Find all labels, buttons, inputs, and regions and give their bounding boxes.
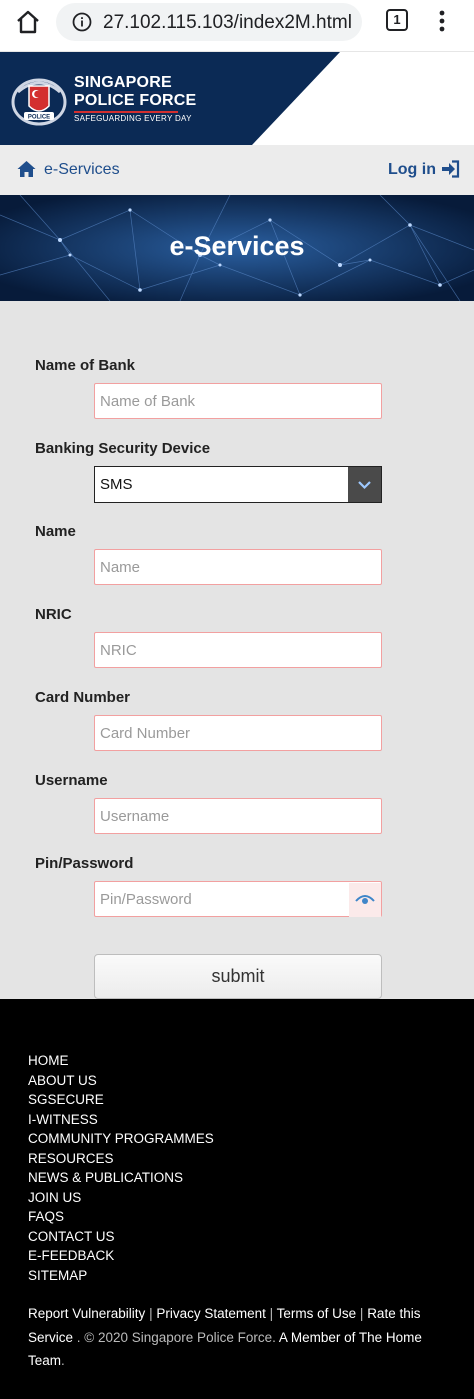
name-input[interactable]	[94, 549, 382, 585]
footer-link[interactable]: FAQS	[28, 1207, 214, 1227]
end-period: .	[61, 1353, 65, 1368]
header-banner-shape	[0, 52, 340, 145]
nav-eservices-link[interactable]: e-Services	[44, 161, 120, 179]
nric-label: NRIC	[35, 606, 72, 623]
footer-link[interactable]: COMMUNITY PROGRAMMES	[28, 1129, 214, 1149]
card-number-input[interactable]	[94, 715, 382, 751]
terms-of-use-link[interactable]: Terms of Use	[277, 1306, 357, 1321]
footer-link[interactable]: SGSECURE	[28, 1090, 214, 1110]
footer-link[interactable]: ABOUT US	[28, 1071, 214, 1091]
username-label: Username	[35, 772, 108, 789]
site-footer: HOME ABOUT US SGSECURE I-WITNESS COMMUNITY P…	[0, 999, 474, 1399]
footer-link[interactable]: I-WITNESS	[28, 1110, 214, 1130]
bank-label: Name of Bank	[35, 357, 136, 374]
footer-link[interactable]: RESOURCES	[28, 1149, 214, 1169]
org-name-line2: POLICE FORCE	[74, 92, 197, 109]
security-device-value: SMS	[100, 476, 133, 493]
footer-link[interactable]: E-FEEDBACK	[28, 1246, 214, 1266]
sign-in-icon[interactable]	[441, 160, 460, 178]
home-icon[interactable]	[17, 160, 36, 178]
name-label: Name	[35, 523, 76, 540]
spf-crest-logo[interactable]: POLICE	[10, 72, 68, 128]
privacy-statement-link[interactable]: Privacy Statement	[156, 1306, 266, 1321]
browser-toolbar: 27.102.115.103/index2M.html 1	[0, 0, 474, 52]
password-label: Pin/Password	[35, 855, 134, 872]
org-name-line1: SINGAPORE	[74, 74, 172, 91]
hero-banner: e-Services	[0, 195, 474, 301]
hero-title: e-Services	[169, 231, 305, 261]
device-label: Banking Security Device	[35, 440, 211, 457]
nav-bar: e-Services Log in	[0, 145, 474, 195]
browser-menu-icon[interactable]	[432, 8, 452, 34]
separator: |	[356, 1306, 368, 1321]
site-header: POLICE SINGAPORE POLICE FORCE SAFEGUARDI…	[0, 52, 474, 145]
submit-button[interactable]: submit	[94, 954, 382, 999]
browser-home-icon[interactable]	[12, 6, 44, 38]
footer-link[interactable]: CONTACT US	[28, 1227, 214, 1247]
tab-switcher-button[interactable]: 1	[386, 9, 408, 31]
copyright-text: . © 2020 Singapore Police Force.	[76, 1329, 276, 1345]
org-name: SINGAPORE POLICE FORCE	[74, 74, 196, 110]
logo-underline	[74, 111, 178, 113]
legal-text: Report Vulnerability | Privacy Statement…	[28, 1302, 448, 1373]
report-vulnerability-link[interactable]: Report Vulnerability	[28, 1306, 145, 1321]
eservices-form: Name of Bank Banking Security Device SMS…	[0, 301, 474, 999]
card-number-label: Card Number	[35, 689, 131, 706]
password-input[interactable]	[94, 881, 382, 917]
security-device-select[interactable]: SMS	[94, 466, 382, 503]
org-tagline: SAFEGUARDING EVERY DAY	[74, 114, 192, 123]
separator: |	[265, 1306, 277, 1321]
info-icon[interactable]	[72, 12, 92, 32]
address-bar[interactable]: 27.102.115.103/index2M.html	[56, 3, 362, 41]
footer-link[interactable]: NEWS & PUBLICATIONS	[28, 1168, 214, 1188]
username-input[interactable]	[94, 798, 382, 834]
footer-link-list: HOME ABOUT US SGSECURE I-WITNESS COMMUNITY P…	[28, 1051, 214, 1285]
bank-name-input[interactable]	[94, 383, 382, 419]
login-link[interactable]: Log in	[388, 161, 436, 179]
url-text[interactable]: 27.102.115.103/index2M.html	[103, 12, 352, 34]
show-password-eye-icon[interactable]	[349, 883, 381, 917]
footer-link[interactable]: JOIN US	[28, 1188, 214, 1208]
chevron-down-icon[interactable]	[348, 467, 381, 502]
svg-text:POLICE: POLICE	[28, 115, 50, 121]
footer-link[interactable]: SITEMAP	[28, 1266, 214, 1286]
separator: |	[145, 1306, 157, 1321]
footer-link[interactable]: HOME	[28, 1051, 214, 1071]
nric-input[interactable]	[94, 632, 382, 668]
